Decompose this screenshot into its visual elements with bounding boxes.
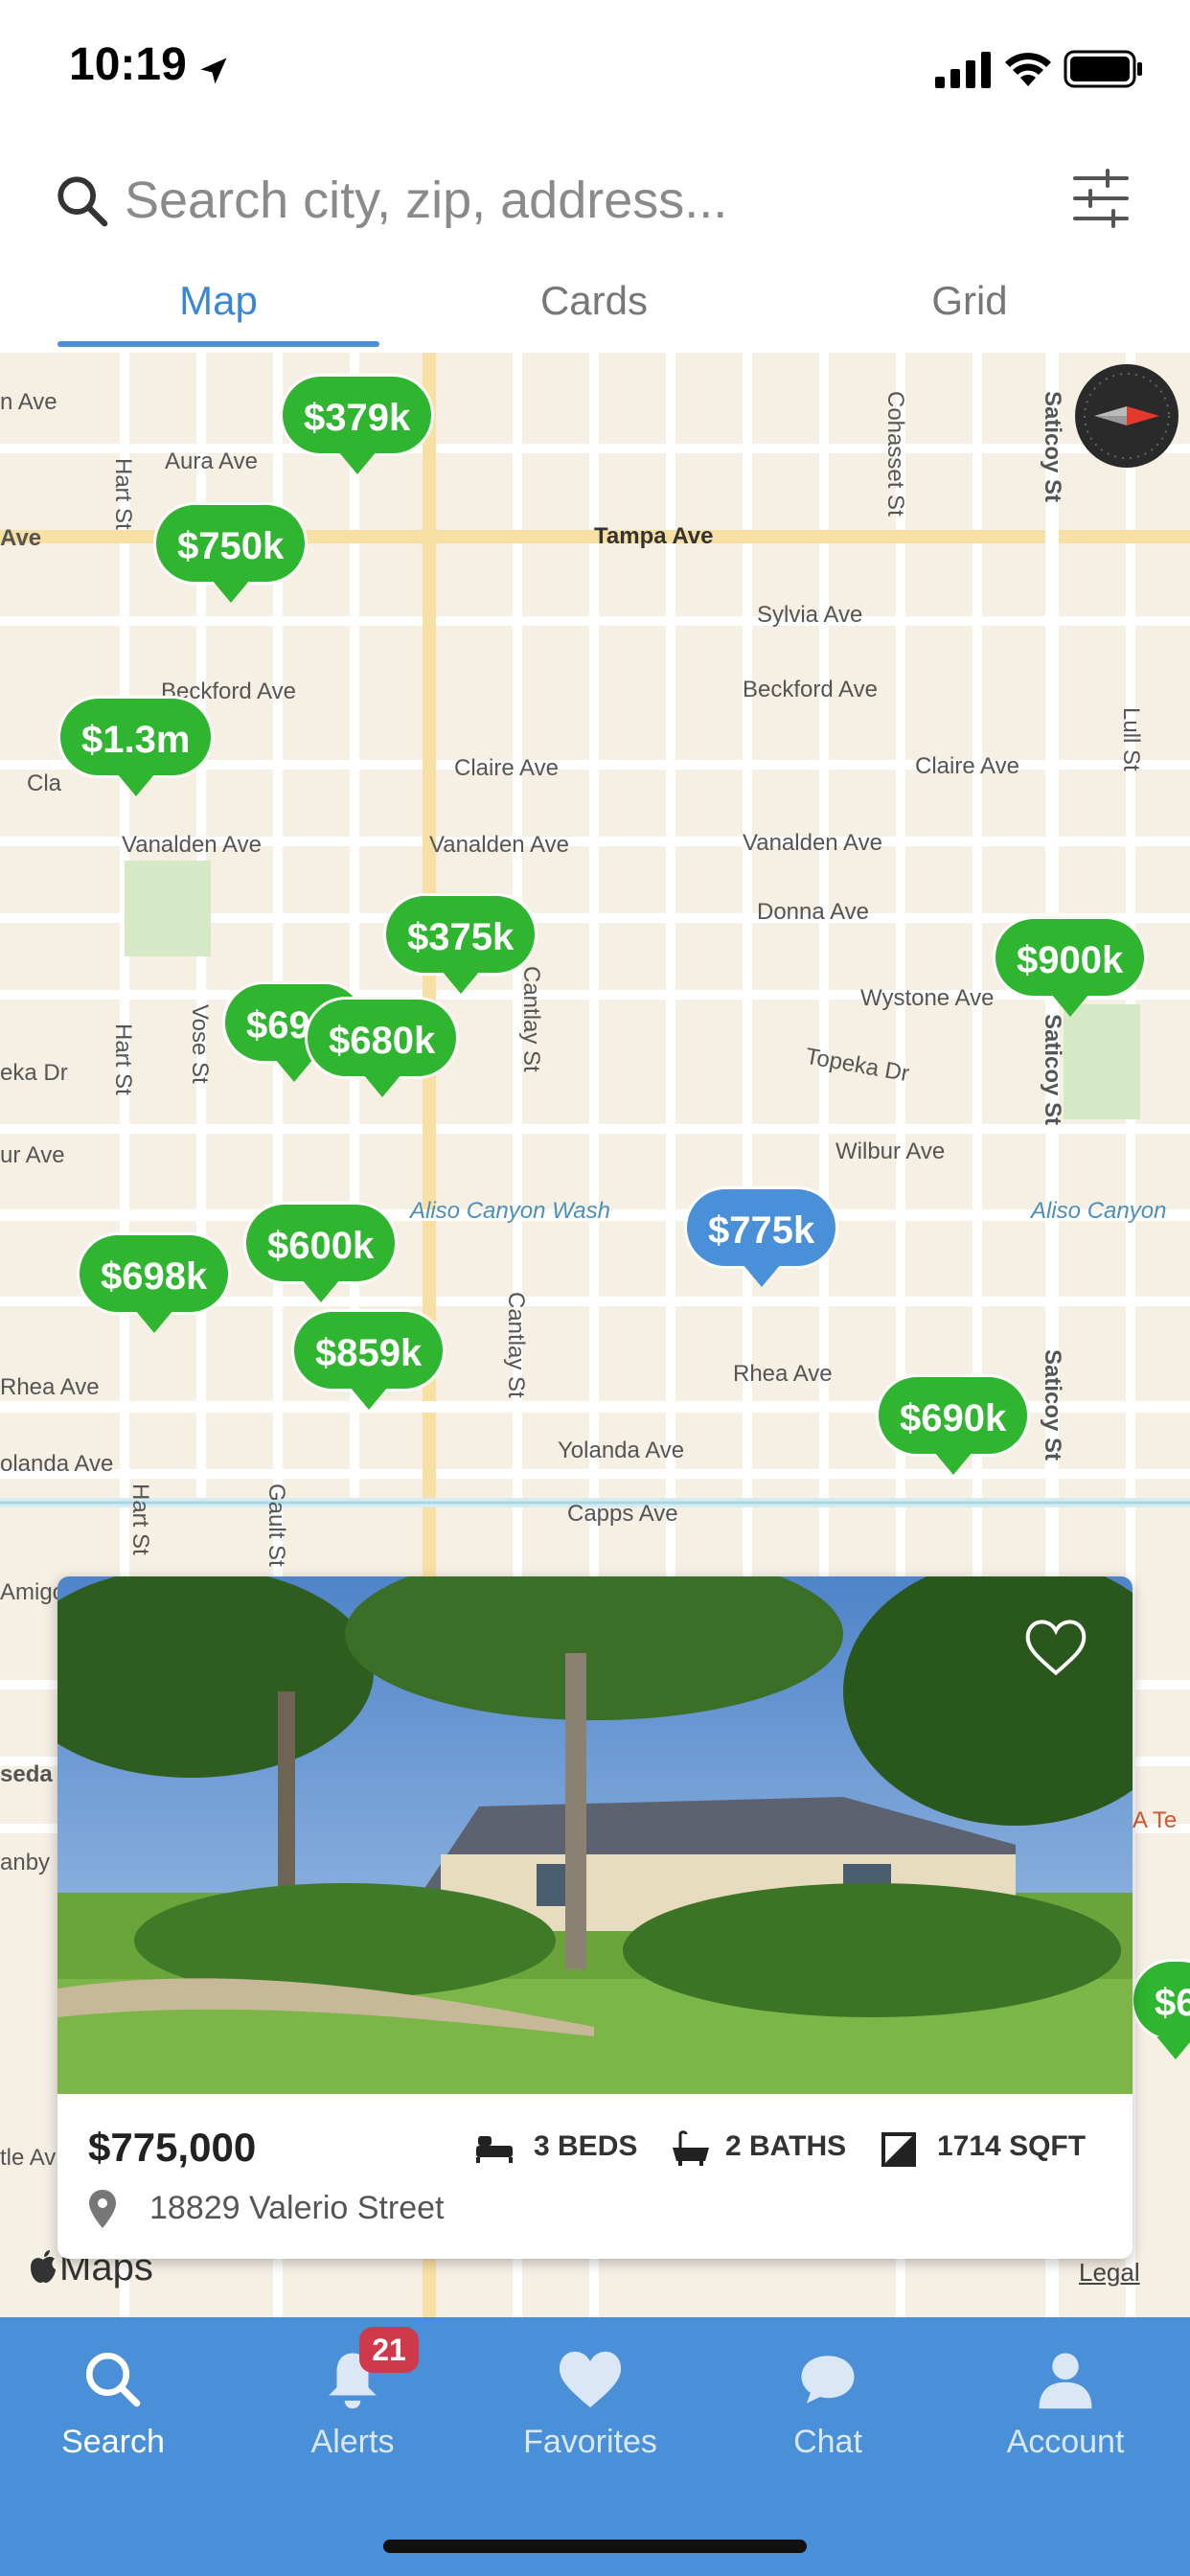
street-label: Vose St xyxy=(187,1004,213,1084)
nav-chat-label: Chat xyxy=(793,2424,862,2460)
street-label: Cantlay St xyxy=(503,1292,529,1398)
nav-search[interactable]: Search xyxy=(17,2348,209,2461)
baths-count: 2 BATHS xyxy=(725,2130,847,2162)
beds-count: 3 BEDS xyxy=(534,2130,638,2162)
legal-link[interactable]: Legal xyxy=(1079,2258,1140,2288)
nav-account[interactable]: Account xyxy=(970,2348,1161,2461)
street-label: Rhea Ave xyxy=(733,1361,833,1387)
nav-alerts-label: Alerts xyxy=(310,2424,395,2460)
street-label: Aura Ave xyxy=(165,448,258,474)
active-tab-indicator xyxy=(57,341,379,347)
street-label: Gault St xyxy=(263,1484,289,1567)
street-label: Ave xyxy=(0,525,42,551)
nav-favorites[interactable]: Favorites xyxy=(494,2348,686,2461)
price-pin[interactable]: $680k xyxy=(305,997,460,1097)
street-label: seda xyxy=(0,1761,53,1787)
listing-photo xyxy=(57,1576,1133,2094)
price-pin[interactable]: $750k xyxy=(153,502,309,603)
street-label: Cohasset St xyxy=(882,391,908,517)
price-pin[interactable]: $375k xyxy=(383,893,538,994)
street-label: Vanalden Ave xyxy=(743,830,882,856)
home-indicator xyxy=(383,2540,807,2553)
area-sqft-icon xyxy=(881,2132,916,2167)
person-icon xyxy=(1039,2353,1092,2409)
street-label: Cla xyxy=(27,770,62,796)
listing-price: $775,000 xyxy=(88,2125,257,2170)
alerts-badge: 21 xyxy=(359,2327,419,2373)
street-label: n Ave xyxy=(0,389,57,415)
tab-cards[interactable]: Cards xyxy=(431,278,757,324)
street-label: Cantlay St xyxy=(518,966,544,1072)
street-label: A Te xyxy=(1133,1807,1178,1833)
apple-logo-icon xyxy=(31,2250,56,2283)
street-label: Vanalden Ave xyxy=(429,832,569,858)
street-label: Lull St xyxy=(1118,707,1144,771)
street-label: Wystone Ave xyxy=(860,985,995,1011)
nav-chat[interactable]: Chat xyxy=(732,2348,924,2461)
street-label: Vanalden Ave xyxy=(122,832,262,858)
chat-icon xyxy=(801,2356,855,2404)
nav-alerts[interactable]: Alerts xyxy=(257,2348,448,2461)
price-pin[interactable]: $1.3m xyxy=(57,696,215,796)
location-pin-icon xyxy=(89,2190,116,2228)
street-label: Claire Ave xyxy=(915,753,1019,779)
street-label: Amigo xyxy=(0,1579,66,1605)
street-label: Hart St xyxy=(110,1024,136,1095)
street-label: Hart St xyxy=(127,1484,153,1555)
tab-map[interactable]: Map xyxy=(56,278,381,324)
street-label: Aliso Canyon Wash xyxy=(410,1198,610,1224)
price-pin-selected[interactable]: $775k xyxy=(684,1186,839,1287)
price-pin[interactable]: $900k xyxy=(993,916,1148,1017)
nav-account-label: Account xyxy=(1006,2424,1125,2460)
street-label: Saticoy St xyxy=(1040,1014,1065,1126)
street-label: Sylvia Ave xyxy=(757,602,863,628)
price-pin[interactable]: $859k xyxy=(291,1309,446,1410)
street-label: Capps Ave xyxy=(567,1501,678,1527)
filter-sliders-icon[interactable] xyxy=(1071,167,1131,230)
street-label: olanda Ave xyxy=(0,1451,114,1477)
bathtub-icon xyxy=(673,2130,709,2166)
street-label: eka Dr xyxy=(0,1060,68,1086)
clock: 10:19 xyxy=(69,39,187,90)
search-input[interactable]: Search city, zip, address... xyxy=(125,171,727,230)
search-icon xyxy=(57,176,108,227)
search-icon xyxy=(85,2352,141,2407)
street-label: Aliso Canyon xyxy=(1031,1198,1167,1224)
price-pin[interactable]: $379k xyxy=(280,374,435,474)
favorite-heart-icon[interactable] xyxy=(1025,1619,1087,1676)
street-label: Claire Ave xyxy=(454,755,559,781)
street-label: anby xyxy=(0,1850,51,1875)
street-label: Saticoy St xyxy=(1040,391,1065,503)
street-label: ur Ave xyxy=(0,1142,65,1168)
bed-icon xyxy=(476,2136,513,2163)
street-label: tle Av xyxy=(0,2145,57,2171)
wifi-icon xyxy=(1005,53,1051,86)
street-label: Donna Ave xyxy=(757,899,869,925)
street-label: Tampa Ave xyxy=(594,523,714,549)
cellular-signal-icon xyxy=(935,52,991,88)
compass-icon[interactable] xyxy=(1073,362,1180,470)
street-label: Saticoy St xyxy=(1040,1349,1065,1461)
street-label: Rhea Ave xyxy=(0,1374,100,1400)
street-label: Wilbur Ave xyxy=(835,1138,946,1164)
tab-grid[interactable]: Grid xyxy=(807,278,1133,324)
street-label: Beckford Ave xyxy=(743,677,878,702)
price-pin[interactable]: $600k xyxy=(243,1202,399,1302)
nav-favorites-label: Favorites xyxy=(523,2424,657,2460)
heart-icon xyxy=(559,2351,622,2408)
price-pin[interactable]: $698k xyxy=(77,1232,232,1333)
street-label: Yolanda Ave xyxy=(558,1438,685,1463)
listing-address: 18829 Valerio Street xyxy=(149,2190,445,2226)
street-label: Hart St xyxy=(110,458,136,530)
price-pin[interactable]: $690k xyxy=(876,1374,1031,1475)
nav-search-label: Search xyxy=(61,2424,165,2460)
location-arrow-icon xyxy=(200,58,227,84)
sqft-count: 1714 SQFT xyxy=(937,2130,1087,2162)
battery-icon xyxy=(1064,50,1142,88)
listing-card[interactable]: $775,000 3 BEDS 2 BATHS 1714 SQFT 18829 … xyxy=(57,1576,1133,2259)
